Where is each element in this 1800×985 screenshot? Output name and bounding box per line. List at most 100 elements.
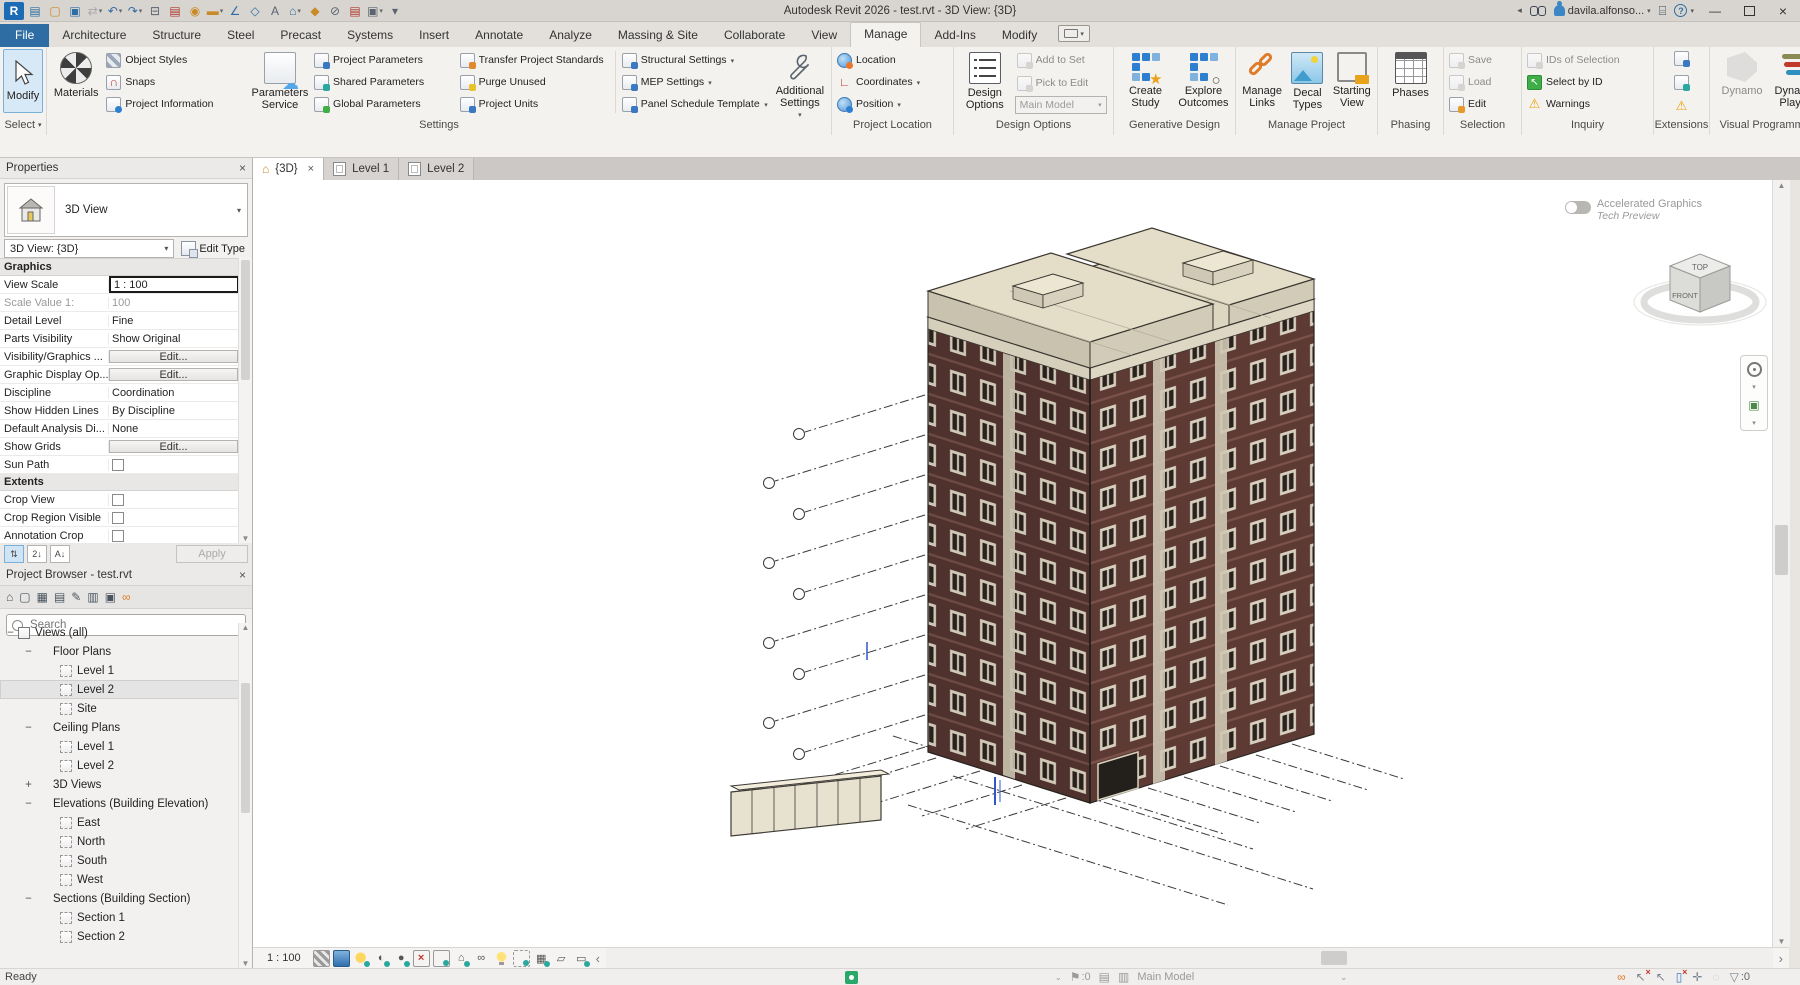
chevron-down-icon[interactable]: ▾ [237, 206, 241, 215]
decal-types-button[interactable]: Decal Types [1287, 49, 1327, 115]
extensions-shield-icon[interactable] [1674, 98, 1689, 113]
materials-button[interactable]: Materials [50, 49, 102, 115]
modify-button[interactable]: Modify [3, 49, 43, 113]
property-row[interactable]: Detail Level Fine [0, 312, 252, 330]
panel-label-select[interactable]: Select▾ [0, 117, 46, 133]
tab-collaborate[interactable]: Collaborate [711, 24, 798, 47]
property-row[interactable]: Default Analysis Di... None [0, 420, 252, 438]
sync-icon[interactable]: ⇄ [86, 2, 104, 20]
accelerated-graphics-toggle[interactable]: Accelerated Graphics Tech Preview [1565, 198, 1702, 222]
scroll-left-icon[interactable]: ‹ [590, 951, 606, 966]
canvas-horizontal-scrollbar[interactable] [606, 948, 1773, 968]
design-option-dropdown[interactable]: Main Model▾ [1015, 96, 1107, 114]
tree-expander[interactable]: − [4, 627, 17, 639]
ribbon-button[interactable]: Warnings [1525, 94, 1650, 114]
crop-region-icon[interactable] [433, 950, 450, 967]
home-icon[interactable]: ⌂ [6, 590, 13, 604]
level-lines[interactable] [775, 395, 925, 793]
ribbon-button[interactable]: Position [835, 94, 950, 114]
sheet-icon[interactable]: ▤ [166, 2, 184, 20]
tab-file[interactable]: File [0, 24, 49, 47]
detail-level-icon[interactable] [313, 950, 330, 967]
selection-box-icon[interactable]: ▢ [19, 590, 30, 604]
property-row[interactable]: Crop View [0, 491, 252, 509]
elevation-tags[interactable] [764, 429, 805, 801]
tree-item[interactable]: Section 1 [0, 908, 239, 927]
ribbon-button[interactable]: Pick to Edit [1015, 73, 1110, 93]
panel-label-manage-project[interactable]: Manage Project [1236, 117, 1377, 133]
tree-expander[interactable]: − [22, 798, 35, 810]
open-icon[interactable]: ▢ [46, 2, 64, 20]
property-row[interactable]: Annotation Crop [0, 527, 252, 543]
property-row[interactable]: Parts Visibility Show Original [0, 330, 252, 348]
schedule-icon[interactable]: ▤ [54, 590, 65, 604]
tree-item[interactable]: − Elevations (Building Elevation) [0, 794, 239, 813]
tab-modify[interactable]: Modify [989, 24, 1050, 47]
ribbon-button[interactable]: MEP Settings [620, 72, 770, 92]
dynamo-player-button[interactable]: Dynamo Player [1769, 49, 1800, 115]
zoom-icon[interactable]: ▣ [1744, 395, 1764, 415]
views-grid-icon[interactable]: ▦ [37, 590, 48, 604]
property-row[interactable]: Show Grids Edit... [0, 438, 252, 456]
create-study-button[interactable]: Create Study [1118, 49, 1174, 115]
tree-item[interactable]: Section 2 [0, 927, 239, 946]
property-row[interactable]: Graphic Display Op... Edit... [0, 366, 252, 384]
close-button[interactable]: × [1770, 2, 1796, 20]
help-menu[interactable]: ?▾ [1674, 4, 1694, 17]
tree-item[interactable]: Level 2 [0, 680, 239, 699]
design-options-status-icon[interactable]: ▥ [1118, 970, 1129, 984]
navbar-expand-icon[interactable]: ▾ [1752, 383, 1756, 391]
tree-item[interactable]: − Ceiling Plans [0, 718, 239, 737]
tree-item[interactable]: East [0, 813, 239, 832]
close-properties-icon[interactable]: × [239, 161, 246, 175]
ribbon-button[interactable]: Panel Schedule Templates [620, 94, 770, 114]
undo-icon[interactable]: ↶ [106, 2, 124, 20]
property-row[interactable]: Sun Path [0, 456, 252, 474]
section-graphics[interactable]: Graphics « [0, 259, 252, 276]
tree-item[interactable]: North [0, 832, 239, 851]
link-icon[interactable]: ∞ [122, 590, 131, 604]
worksets-icon[interactable]: ▤ [1099, 970, 1110, 984]
tab-insert[interactable]: Insert [406, 24, 462, 47]
viewcube-top-label[interactable]: TOP [1692, 263, 1708, 272]
panel-label-design-options[interactable]: Design Options [954, 117, 1113, 133]
canvas-vertical-scrollbar[interactable]: ▲ ▼ [1772, 180, 1790, 947]
tab-manage[interactable]: Manage [850, 22, 921, 47]
select-links-icon[interactable]: ∞ [1617, 970, 1626, 984]
chevron-down-icon[interactable]: ⌄ [1340, 972, 1348, 983]
save-icon[interactable]: ▣ [66, 2, 84, 20]
toggle-icon[interactable] [1565, 201, 1591, 214]
view-tab-level-1[interactable]: Level 1 [324, 158, 399, 180]
property-row[interactable]: Discipline Coordination [0, 384, 252, 402]
scroll-thumb[interactable] [1775, 525, 1788, 575]
model-3d-view[interactable]: TOP FRONT [253, 180, 1772, 947]
ribbon-button[interactable]: Transfer Project Standards [458, 50, 611, 70]
scroll-right-icon[interactable]: › [1779, 951, 1783, 966]
pin-icon[interactable]: ◉ [186, 2, 204, 20]
restore-button[interactable] [1736, 2, 1762, 20]
tab-steel[interactable]: Steel [214, 24, 267, 47]
background-processes-icon[interactable] [845, 971, 858, 984]
sort-alpha-icon[interactable]: A↓ [50, 545, 70, 563]
properties-header[interactable]: Properties × [0, 158, 252, 179]
explore-outcomes-button[interactable]: Explore Outcomes [1176, 49, 1232, 115]
parameters-service-button[interactable]: Parameters Service [250, 49, 310, 115]
type-selector[interactable]: 3D View ▾ [4, 183, 248, 237]
tab-precast[interactable]: Precast [267, 24, 334, 47]
ui-toggle-icon[interactable]: ▤ [26, 2, 44, 20]
property-row[interactable]: Crop Region Visible [0, 509, 252, 527]
ribbon-button[interactable]: Edit [1447, 94, 1518, 114]
manage-links-button[interactable]: Manage Links [1239, 49, 1285, 115]
minimize-button[interactable]: — [1702, 2, 1728, 20]
editable-only-toggle[interactable]: ⚑ :0 [1070, 970, 1091, 984]
tab-view[interactable]: View [798, 24, 850, 47]
tree-item[interactable]: − Views (all) [0, 623, 239, 642]
select-underlay-icon[interactable]: ↖ [1636, 970, 1646, 984]
panel-label-inquiry[interactable]: Inquiry [1522, 117, 1653, 133]
section-extents[interactable]: Extents « [0, 474, 252, 491]
text-icon[interactable]: A [266, 2, 284, 20]
switch-windows-icon[interactable]: ▣ [366, 2, 384, 20]
tree-item[interactable]: Level 1 [0, 661, 239, 680]
select-by-face-icon[interactable]: ▯ [1676, 970, 1683, 984]
close-view-icon[interactable]: × [308, 163, 314, 175]
